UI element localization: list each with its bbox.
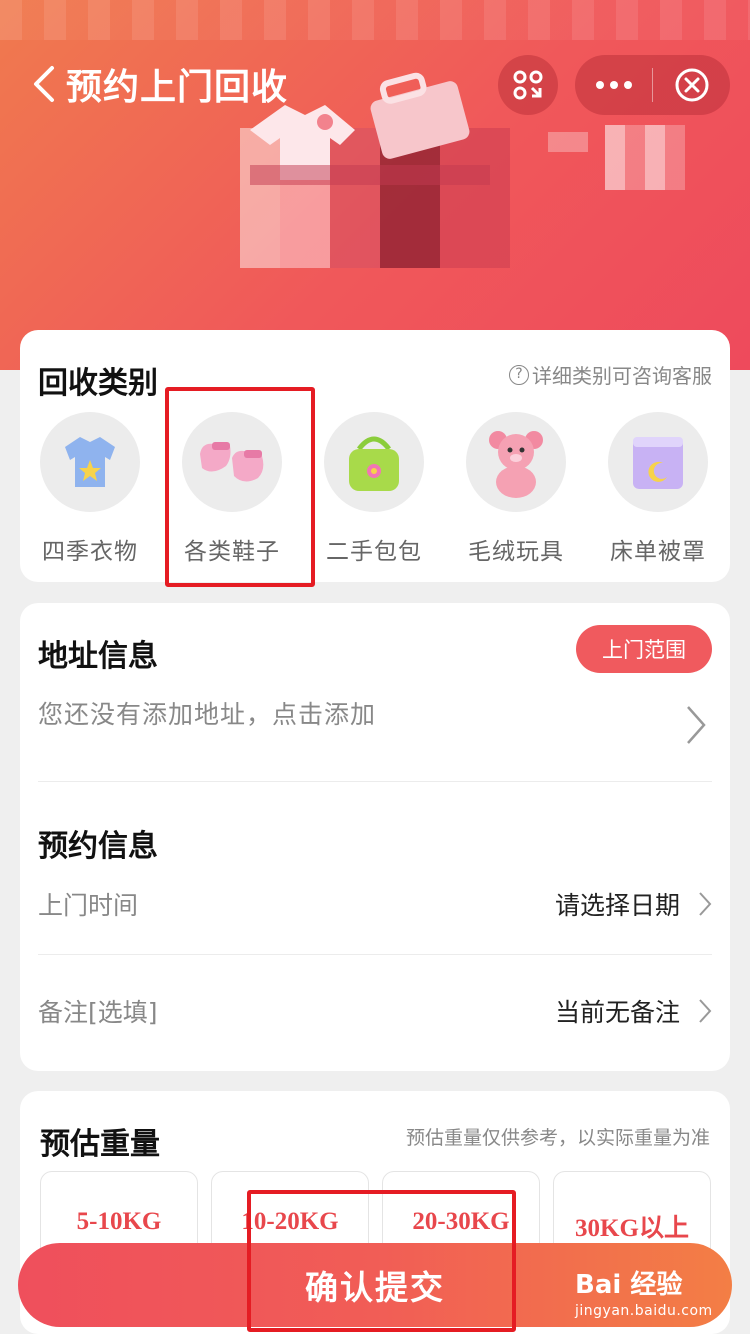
question-icon: ? <box>509 364 529 385</box>
category-item-clothes[interactable]: 四季衣物 <box>25 412 155 565</box>
category-item-bags[interactable]: 二手包包 <box>309 412 439 565</box>
chevron-right-icon <box>687 706 706 744</box>
visit-time-row[interactable]: 上门时间 请选择日期 <box>38 879 712 929</box>
divider <box>38 781 712 782</box>
chevron-left-icon <box>34 66 54 102</box>
category-hint[interactable]: ? 详细类别可咨询客服 <box>509 360 712 389</box>
add-address-row[interactable]: 您还没有添加地址，点击添加 <box>38 695 712 755</box>
pixelated-status-bar <box>0 0 750 40</box>
close-circle-icon <box>675 68 708 102</box>
category-item-plush[interactable]: 毛绒玩具 <box>451 412 581 565</box>
address-title: 地址信息 <box>38 639 158 674</box>
tshirt-icon <box>40 412 140 512</box>
service-range-button[interactable]: 上门范围 <box>576 625 712 673</box>
booking-title: 预约信息 <box>38 829 158 864</box>
close-button[interactable] <box>653 55 730 115</box>
weight-option-label: 10-20KG <box>241 1208 339 1235</box>
note-value: 当前无备注 <box>554 998 680 1027</box>
weight-title: 预估重量 <box>40 1127 160 1162</box>
address-booking-card: 地址信息 上门范围 您还没有添加地址，点击添加 预约信息 上门时间 请选择日期 … <box>20 603 730 1071</box>
more-dots-icon <box>595 81 632 89</box>
shoes-icon <box>182 412 282 512</box>
teddy-bear-icon <box>466 412 566 512</box>
visit-time-label: 上门时间 <box>38 891 139 920</box>
chevron-right-icon <box>699 892 712 916</box>
note-row[interactable]: 备注[选填] 当前无备注 <box>38 986 712 1036</box>
category-list: 四季衣物 各类鞋子 二手包包 毛绒玩具 床单被罩 <box>20 412 730 565</box>
weight-option-label: 20-30KG <box>412 1208 510 1235</box>
bag-icon <box>324 412 424 512</box>
category-item-shoes[interactable]: 各类鞋子 <box>167 412 297 565</box>
bedding-icon <box>608 412 708 512</box>
category-item-bedding[interactable]: 床单被罩 <box>593 412 723 565</box>
address-empty-text: 您还没有添加地址，点击添加 <box>38 700 377 729</box>
note-label: 备注[选填] <box>38 998 158 1027</box>
pixelated-decoration-small <box>548 132 588 152</box>
more-button[interactable] <box>575 55 652 115</box>
category-label: 各类鞋子 <box>184 539 280 565</box>
category-title: 回收类别 <box>38 366 158 401</box>
pixelated-decoration <box>605 125 685 190</box>
header-banner: 预约上门回收 <box>0 0 750 370</box>
weight-option-label: 5-10KG <box>76 1208 162 1235</box>
divider <box>38 954 712 955</box>
weight-option-label: 30KG以上 <box>575 1215 689 1242</box>
weight-hint: 预估重量仅供参考，以实际重量为准 <box>405 1127 710 1149</box>
scan-icon <box>513 70 543 100</box>
category-hint-text: 详细类别可咨询客服 <box>532 364 712 388</box>
confirm-submit-label: 确认提交 <box>305 1268 445 1307</box>
category-card: 回收类别 ? 详细类别可咨询客服 四季衣物 各类鞋子 二手包包 毛绒玩具 床单被… <box>20 330 730 582</box>
visit-time-value: 请选择日期 <box>554 891 680 920</box>
watermark-logo: Bai 经验 <box>575 1270 683 1300</box>
baidu-jingyan-watermark: Bai 经验 jingyan.baidu.com <box>575 1264 725 1324</box>
chevron-right-icon <box>699 999 712 1023</box>
scan-button[interactable] <box>498 55 558 115</box>
page-title: 预约上门回收 <box>66 67 289 108</box>
category-label: 毛绒玩具 <box>468 539 564 565</box>
category-label: 四季衣物 <box>42 539 138 565</box>
category-label: 床单被罩 <box>610 539 706 565</box>
back-button[interactable]: 预约上门回收 <box>30 58 288 110</box>
category-label: 二手包包 <box>326 539 422 565</box>
watermark-url: jingyan.baidu.com <box>575 1303 713 1319</box>
mini-program-capsule <box>575 55 730 115</box>
